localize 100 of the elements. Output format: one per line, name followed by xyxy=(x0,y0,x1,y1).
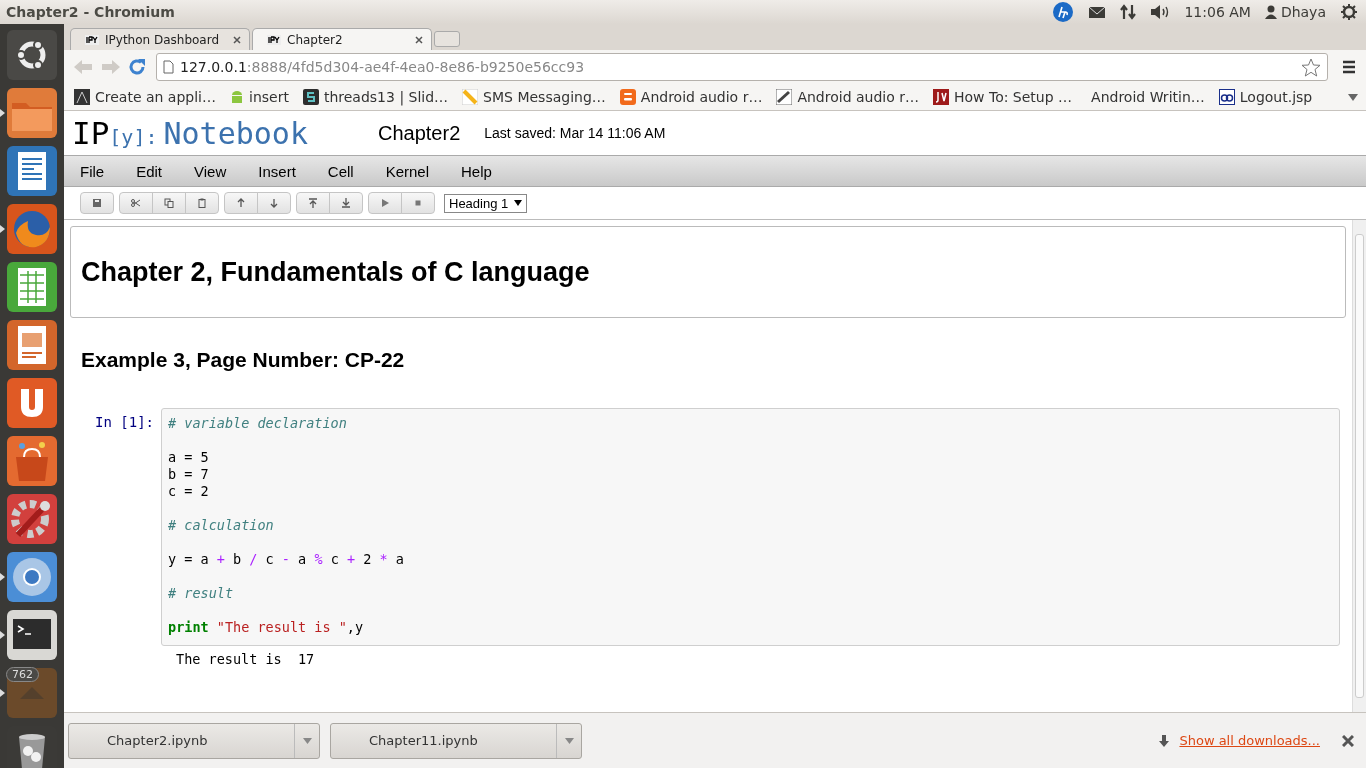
chevron-down-icon[interactable] xyxy=(1348,93,1358,101)
caret-icon xyxy=(514,200,523,206)
folder-icon[interactable] xyxy=(6,87,58,139)
ipython-favicon-icon xyxy=(85,34,99,45)
hp-logo-icon[interactable] xyxy=(1052,1,1075,23)
user-name[interactable]: Dhaya xyxy=(1280,4,1326,20)
close-icon[interactable] xyxy=(1342,734,1354,747)
window-title: Chapter2 - Chromium xyxy=(6,4,175,20)
play-icon xyxy=(380,198,390,208)
insert-above-icon xyxy=(308,198,318,208)
clock[interactable]: 11:06 AM xyxy=(1184,4,1251,20)
ipython-favicon-icon xyxy=(267,34,281,45)
browser-tab[interactable]: IPython Dashboard xyxy=(70,28,250,50)
example-heading: Example 3, Page Number: CP-22 xyxy=(81,348,406,372)
browser-globe-icon[interactable] xyxy=(6,203,58,255)
clipboard-icon xyxy=(197,198,207,208)
bookmark-star-icon[interactable] xyxy=(1301,57,1321,77)
input-prompt: In [1]: xyxy=(94,413,155,430)
shopping-bag-icon[interactable] xyxy=(6,435,58,487)
user-icon xyxy=(1264,5,1277,19)
bookmark-item[interactable]: Logout.jsp xyxy=(1218,89,1313,105)
insert-below-icon xyxy=(341,198,351,208)
stop-button[interactable] xyxy=(401,192,435,214)
reload-icon[interactable] xyxy=(128,58,146,76)
menu-icon[interactable] xyxy=(1342,60,1356,74)
menu-item[interactable]: File xyxy=(80,162,121,180)
presentation-icon[interactable] xyxy=(6,319,58,371)
code-line: # calculation xyxy=(168,517,275,534)
menu-item[interactable]: Insert xyxy=(242,162,312,180)
menu-item[interactable]: View xyxy=(178,162,243,180)
notebook-name[interactable]: Chapter2 xyxy=(378,121,461,145)
menu-item[interactable]: Help xyxy=(445,162,508,180)
caret-icon[interactable] xyxy=(302,737,312,744)
insert-above-button[interactable] xyxy=(296,192,330,214)
code-line: # result xyxy=(168,585,235,602)
code-line: c = 2 xyxy=(168,483,210,500)
tilted-favicon-icon xyxy=(776,89,793,105)
last-saved-text: Last saved: Mar 14 11:06 AM xyxy=(484,125,666,141)
document-icon[interactable] xyxy=(6,145,58,197)
caret-icon[interactable] xyxy=(564,737,574,744)
close-icon[interactable] xyxy=(233,35,241,44)
download-item[interactable]: Chapter2.ipynb xyxy=(68,722,320,759)
ipython-notebook-logo[interactable]: IP[y]: Notebook xyxy=(72,115,372,151)
square-favicon-icon xyxy=(932,89,949,105)
page-icon xyxy=(163,60,174,74)
down-button[interactable] xyxy=(257,192,291,214)
terminal-icon[interactable] xyxy=(6,609,58,661)
cut-button[interactable] xyxy=(119,192,153,214)
cell-type-select[interactable]: Heading 1 xyxy=(444,193,528,213)
menu-item[interactable]: Kernel xyxy=(369,162,445,180)
cloud-storage-icon[interactable] xyxy=(6,377,58,429)
menu-item[interactable]: Cell xyxy=(311,162,370,180)
page-favicon-icon xyxy=(74,89,90,105)
code-line: b = 7 xyxy=(168,466,210,483)
code-line: print "The result is ",y xyxy=(168,619,365,636)
bookmark-item[interactable]: Android audio r… xyxy=(776,89,919,105)
download-item[interactable]: Chapter11.ipynb xyxy=(330,722,582,759)
link-favicon-icon xyxy=(1218,89,1235,105)
network-arrows-icon[interactable] xyxy=(1120,4,1137,20)
show-all-downloads-link[interactable]: Show all downloads... xyxy=(1179,733,1320,748)
download-arrow-icon xyxy=(1159,734,1170,747)
code-line: a = 5 xyxy=(168,449,210,466)
scrollbar[interactable] xyxy=(1352,220,1366,712)
menu-item[interactable]: Edit xyxy=(120,162,179,180)
save-button[interactable] xyxy=(80,192,114,214)
run-button[interactable] xyxy=(368,192,402,214)
blogger-icon xyxy=(619,89,636,105)
browser-tab[interactable]: Chapter2 xyxy=(252,28,432,50)
close-icon[interactable] xyxy=(415,35,423,44)
android-icon xyxy=(230,89,244,105)
arrow-down-icon xyxy=(269,198,279,208)
gear-wrench-icon[interactable] xyxy=(6,493,58,545)
ubuntu-logo-icon[interactable] xyxy=(6,29,58,81)
stop-icon xyxy=(413,198,423,208)
cell-output: The result is 17 xyxy=(176,651,316,667)
spreadsheet-icon[interactable] xyxy=(6,261,58,313)
chapter-heading: Chapter 2, Fundamentals of C language xyxy=(81,256,590,288)
bookmark-item[interactable]: Create an appli… xyxy=(74,89,216,105)
chromium-icon[interactable] xyxy=(6,551,58,603)
code-input[interactable]: # variable declaration a = 5 b = 7 c = 2 # calculation y = a + b / c - a % c + 2 * a # result print "The result is ",y xyxy=(161,408,1340,646)
slides-favicon-icon xyxy=(302,89,319,105)
volume-icon[interactable] xyxy=(1150,4,1171,20)
striped-favicon-icon xyxy=(462,89,479,105)
scissors-icon xyxy=(131,198,141,208)
bookmark-item[interactable]: SMS Messaging… xyxy=(462,89,606,105)
bookmark-item[interactable]: Android audio r… xyxy=(619,89,763,105)
heading-cell[interactable]: Chapter 2, Fundamentals of C language xyxy=(70,226,1346,318)
address-bar[interactable]: 127.0.0.1:8888/4fd5d304-ae4f-4ea0-8e86-b9250e56cc93 xyxy=(156,53,1328,81)
bookmark-item[interactable]: Android Writin… xyxy=(1086,89,1205,105)
arrow-up-icon xyxy=(236,198,246,208)
mail-icon[interactable] xyxy=(1088,5,1107,19)
bookmark-item[interactable]: insert xyxy=(230,89,289,105)
save-icon xyxy=(92,198,102,208)
bookmark-item[interactable]: threads13 | Slid… xyxy=(302,89,449,105)
up-button[interactable] xyxy=(224,192,258,214)
count-badge: 762 xyxy=(6,667,39,682)
insert-below-button[interactable] xyxy=(329,192,363,214)
power-icon[interactable] xyxy=(1340,3,1358,21)
bookmark-item[interactable]: How To: Setup … xyxy=(932,89,1073,105)
copy-icon xyxy=(164,198,174,208)
